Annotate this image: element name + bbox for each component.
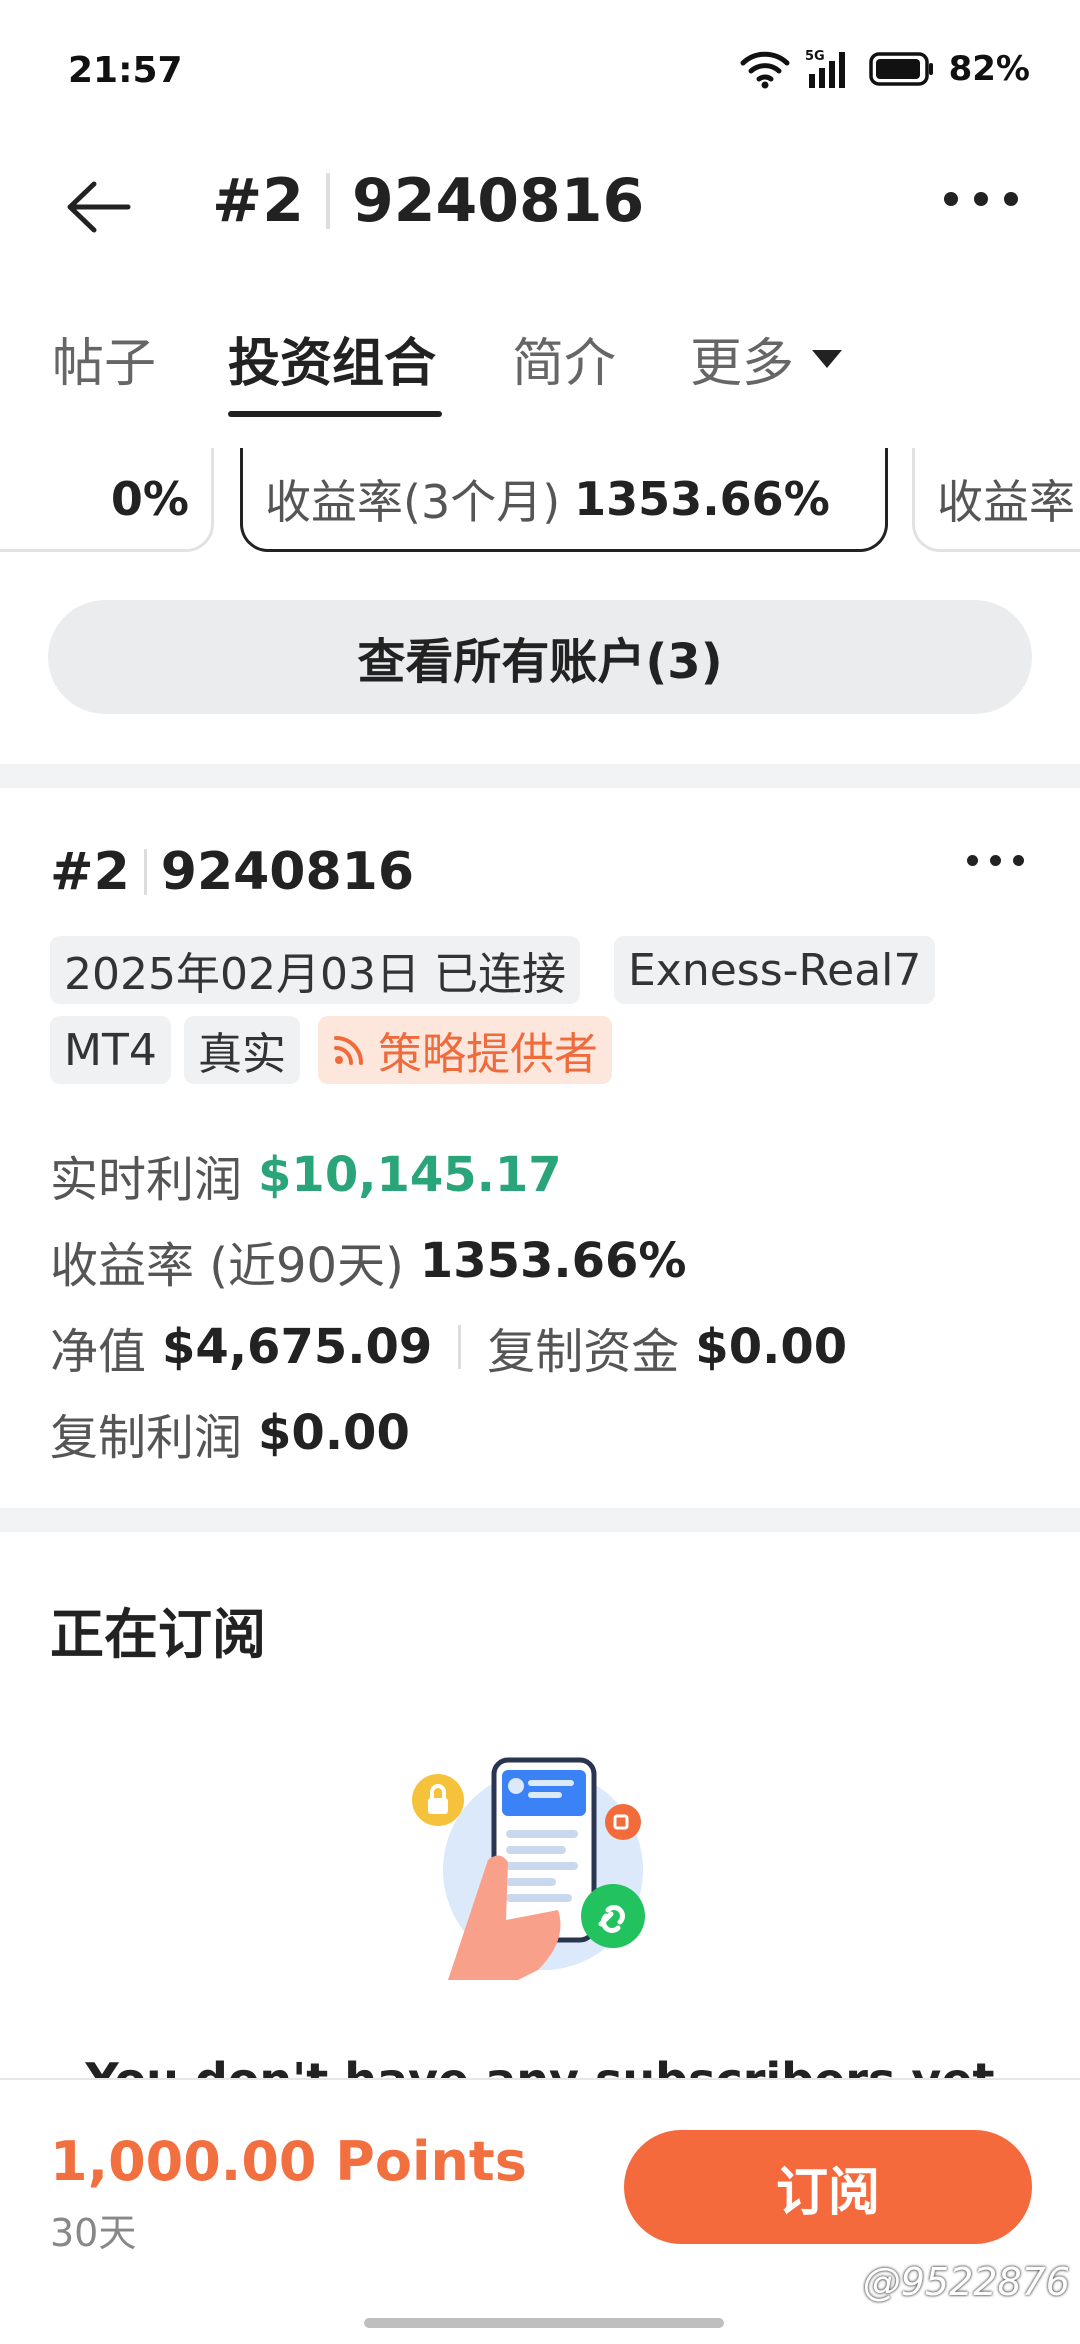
account-title-divider <box>143 849 147 895</box>
battery-percentage: 82% <box>948 49 1030 89</box>
tab-posts[interactable]: 帖子 <box>52 321 156 396</box>
equity-row: 净值 $4,675.09 复制资金 $0.00 <box>50 1312 847 1382</box>
section-divider <box>0 764 1080 788</box>
section-divider <box>0 1508 1080 1532</box>
realtime-profit-label: 实时利润 <box>50 1152 243 1208</box>
title-account-index: #2 <box>212 166 305 236</box>
back-arrow-icon <box>67 181 131 233</box>
return-value: 1353.66% <box>419 1233 687 1289</box>
return-label: 收益率 (近90天) <box>50 1238 404 1294</box>
rss-icon <box>334 1036 363 1065</box>
signal-icon: 5G <box>805 49 845 88</box>
bottom-action-bar: 1,000.00 Points 30天 订阅 @9522876 <box>0 2078 1080 2344</box>
tab-more-label: 更多 <box>690 334 795 394</box>
subscribing-title: 正在订阅 <box>50 1603 266 1666</box>
metric-card-value: 1353.66% <box>574 471 830 526</box>
account-type-tag: 真实 <box>184 1016 300 1084</box>
account-title: #2 9240816 <box>50 842 414 902</box>
copy-profit-value: $0.00 <box>258 1405 410 1461</box>
platform-tag: MT4 <box>50 1016 171 1084</box>
metric-card-next-label: 收益率 <box>937 474 1075 529</box>
account-number: 9240816 <box>160 842 415 902</box>
empty-subscribers-illustration <box>412 1757 645 1980</box>
page: 21:57 5G 82% #2 9240816 帖子 投资组合 简介 更多 0%… <box>0 0 1080 2344</box>
copy-profit-row: 复制利润 $0.00 <box>50 1398 410 1468</box>
metric-cards-carousel[interactable]: 0% 收益率(3个月) 1353.66% 收益率 <box>0 448 1080 554</box>
metric-card-previous[interactable]: 0% <box>0 448 214 552</box>
metric-card-next[interactable]: 收益率 <box>912 448 1080 552</box>
dropdown-triangle-icon <box>812 349 843 368</box>
app-header: #2 9240816 <box>0 140 1080 270</box>
watermark: @9522876 <box>862 2260 1070 2304</box>
tab-bar: 帖子 投资组合 简介 更多 <box>0 305 1080 420</box>
connected-date-tag: 2025年02月03日 已连接 <box>50 936 580 1004</box>
tab-portfolio[interactable]: 投资组合 <box>228 321 436 396</box>
metric-card-previous-value: 0% <box>110 471 189 526</box>
copy-funds-value: $0.00 <box>695 1319 848 1375</box>
equity-value: $4,675.09 <box>162 1319 433 1375</box>
metric-card-label: 收益率(3个月) <box>265 474 561 529</box>
server-tag: Exness-Real7 <box>614 936 936 1004</box>
strategy-provider-tag: 策略提供者 <box>318 1016 612 1084</box>
status-time: 21:57 <box>68 50 183 91</box>
tab-more[interactable]: 更多 <box>690 321 843 396</box>
home-indicator[interactable] <box>364 2318 724 2328</box>
page-title: #2 9240816 <box>212 166 644 236</box>
metric-card-return-3m[interactable]: 收益率(3个月) 1353.66% <box>240 448 888 552</box>
copy-profit-label: 复制利润 <box>50 1410 243 1466</box>
svg-text:5G: 5G <box>805 49 825 64</box>
wifi-icon <box>740 51 790 89</box>
empty-subscribers-message: You don't have any subscribers yet <box>85 2053 995 2080</box>
title-account-number: 9240816 <box>352 166 645 236</box>
active-tab-indicator <box>228 411 442 417</box>
return-row: 收益率 (近90天) 1353.66% <box>50 1226 687 1296</box>
copy-funds-label: 复制资金 <box>487 1324 680 1380</box>
realtime-profit-value: $10,145.17 <box>258 1147 562 1203</box>
realtime-profit-row: 实时利润 $10,145.17 <box>50 1140 562 1210</box>
subscription-period: 30天 <box>50 2211 137 2255</box>
battery-icon <box>868 52 933 86</box>
stat-divider <box>458 1325 462 1369</box>
title-divider <box>326 173 331 229</box>
account-more-icon[interactable] <box>967 855 1024 866</box>
status-icons: 5G 82% <box>739 48 1030 90</box>
subscribe-button[interactable]: 订阅 <box>624 2130 1032 2244</box>
status-bar: 21:57 5G 82% <box>0 0 1080 140</box>
tab-profile[interactable]: 简介 <box>512 321 616 396</box>
view-all-accounts-button[interactable]: 查看所有账户(3) <box>48 600 1032 714</box>
more-icon[interactable] <box>944 192 1018 206</box>
strategy-provider-label: 策略提供者 <box>378 1029 598 1080</box>
equity-label: 净值 <box>50 1324 147 1380</box>
subscription-price: 1,000.00 Points <box>50 2130 527 2193</box>
back-button[interactable] <box>62 172 142 242</box>
account-index: #2 <box>50 842 130 902</box>
